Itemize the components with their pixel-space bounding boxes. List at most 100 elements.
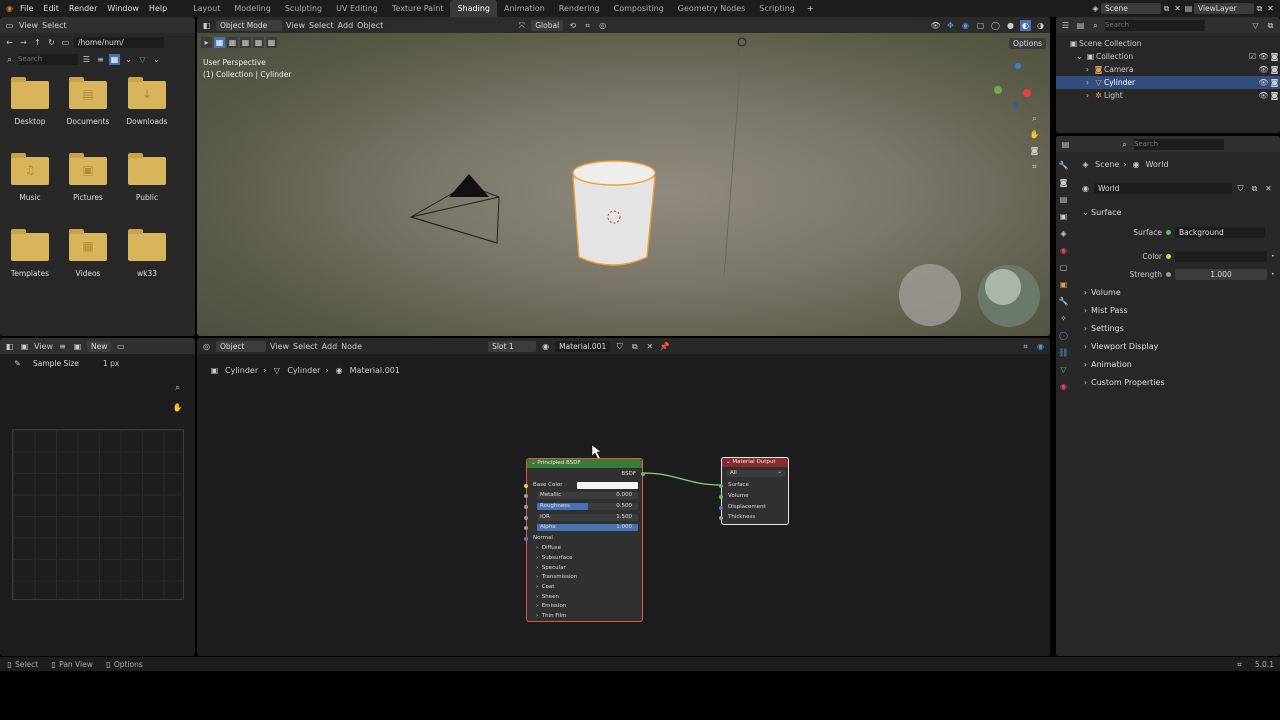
horizontal-list-icon[interactable]: ≡ xyxy=(95,54,106,65)
surface-input-socket[interactable] xyxy=(719,484,723,488)
folder-music[interactable]: ♫ Music xyxy=(2,153,58,202)
filter-icon[interactable]: ▽ xyxy=(137,54,148,65)
eye-icon[interactable]: 👁 xyxy=(1258,64,1269,75)
folder-pictures[interactable]: ▣ Pictures xyxy=(60,153,116,202)
principled-bsdf-node[interactable]: ⌄ Principled BSDF BSDF Base Color Metall… xyxy=(524,458,645,622)
unlink-icon[interactable]: ✕ xyxy=(1263,183,1274,194)
menu-file[interactable]: File xyxy=(15,4,38,13)
workspace-tab-texture-paint[interactable]: Texture Paint xyxy=(385,0,451,17)
new-scene-icon[interactable]: ⧉ xyxy=(1161,3,1172,14)
workspace-tab-layout[interactable]: Layout xyxy=(186,0,227,17)
back-icon[interactable]: ← xyxy=(4,37,15,48)
delete-view-layer-icon[interactable]: ✕ xyxy=(1265,3,1276,14)
forward-icon[interactable]: → xyxy=(18,37,29,48)
outliner-search-input[interactable] xyxy=(1105,19,1205,31)
scene-properties-icon[interactable]: ◈ xyxy=(1058,228,1069,239)
outliner-row-scene-collection[interactable]: ▣ Scene Collection xyxy=(1056,37,1280,50)
properties-search-input[interactable] xyxy=(1134,138,1224,150)
view-layer-selector[interactable]: ViewLayer xyxy=(1194,3,1254,14)
particles-properties-icon[interactable]: ✧ xyxy=(1058,313,1069,324)
sample-tool-icon[interactable]: ✎ xyxy=(12,358,23,369)
workspace-tab-geometry-nodes[interactable]: Geometry Nodes xyxy=(671,0,752,17)
object-properties-icon[interactable]: ▣ xyxy=(1058,279,1069,290)
expand-arrow-icon[interactable]: › xyxy=(1082,77,1093,88)
refresh-icon[interactable]: ↻ xyxy=(46,37,57,48)
custom-properties-section-header[interactable]: › Custom Properties xyxy=(1074,373,1278,391)
mode-icon[interactable]: ▣ xyxy=(19,341,30,352)
render-properties-icon[interactable]: ◙ xyxy=(1058,177,1069,188)
workspace-tab-compositing[interactable]: Compositing xyxy=(607,0,671,17)
node-header[interactable]: ⌄ Principled BSDF xyxy=(527,459,642,468)
ior-socket[interactable] xyxy=(524,516,528,520)
editor-type-icon[interactable]: ☰ xyxy=(1060,20,1071,31)
blender-logo-icon[interactable]: ◉ xyxy=(4,3,15,14)
editor-type-icon[interactable]: ▭ xyxy=(4,20,15,31)
folder-public[interactable]: Public xyxy=(119,153,175,202)
sample-size-value[interactable]: 1 px xyxy=(103,359,119,368)
outliner-row-collection[interactable]: ⌄ ▣ Collection ☑ 👁 ◙ xyxy=(1056,50,1280,63)
panel-emission[interactable]: › Emission xyxy=(536,603,566,609)
open-image-icon[interactable]: ▭ xyxy=(115,341,126,352)
breadcrumb-scene[interactable]: Scene xyxy=(1095,160,1119,169)
folder-documents[interactable]: ▤ Documents xyxy=(60,77,116,126)
camera-render-icon[interactable]: ◙ xyxy=(1269,64,1280,75)
thickness-input-socket[interactable] xyxy=(719,516,723,520)
3d-viewport[interactable]: ◧ Object Mode View Select Add Object ⤧ G… xyxy=(197,17,1050,336)
display-settings-icon[interactable]: ⌄ xyxy=(123,54,134,65)
workspace-tab-modeling[interactable]: Modeling xyxy=(227,0,277,17)
thumbnails-icon[interactable]: ▦ xyxy=(109,53,120,65)
surface-shader-field[interactable]: Background xyxy=(1175,226,1265,238)
zoom-icon[interactable]: ⌕ xyxy=(172,382,183,393)
menu-render[interactable]: Render xyxy=(64,4,102,13)
output-target-dropdown[interactable]: All ⌄ xyxy=(727,469,785,477)
pan-icon[interactable]: ✋ xyxy=(1029,129,1040,140)
new-folder-icon[interactable]: ▭ xyxy=(60,37,71,48)
panel-sheen[interactable]: › Sheen xyxy=(536,594,559,600)
file-search-input[interactable] xyxy=(18,53,78,65)
image-editor-view-menu[interactable]: View xyxy=(34,342,53,351)
world-properties-icon[interactable]: ◉ xyxy=(1058,245,1069,256)
physics-properties-icon[interactable]: ◯ xyxy=(1058,330,1069,341)
mist-pass-section-header[interactable]: › Mist Pass xyxy=(1074,301,1278,319)
expand-arrow-icon[interactable]: › xyxy=(1082,64,1093,75)
new-view-layer-icon[interactable]: ⧉ xyxy=(1254,3,1265,14)
panel-specular[interactable]: › Specular xyxy=(536,565,566,571)
viewport-display-section-header[interactable]: › Viewport Display xyxy=(1074,337,1278,355)
workspace-tab-scripting[interactable]: Scripting xyxy=(752,0,802,17)
workspace-tab-uv-editing[interactable]: UV Editing xyxy=(329,0,385,17)
workspace-tab-animation[interactable]: Animation xyxy=(497,0,552,17)
path-field[interactable]: /home/num/ xyxy=(74,36,164,48)
scene-selector[interactable]: Scene xyxy=(1101,3,1161,14)
base-color-swatch[interactable] xyxy=(577,482,638,489)
folder-templates[interactable]: Templates xyxy=(2,229,58,278)
volume-section-header[interactable]: › Volume xyxy=(1074,283,1278,301)
duplicate-icon[interactable]: ⧉ xyxy=(1249,183,1260,194)
view-layer-properties-icon[interactable]: ▣ xyxy=(1058,211,1069,222)
menu-icon[interactable]: ≡ xyxy=(57,341,68,352)
camera-render-icon[interactable]: ◙ xyxy=(1269,51,1280,62)
panel-subsurface[interactable]: › Subsurface xyxy=(536,555,573,561)
folder-downloads[interactable]: ↓ Downloads xyxy=(119,77,175,126)
parent-directory-icon[interactable]: ↑ xyxy=(32,37,43,48)
outliner-row-cylinder[interactable]: › ▽ Cylinder 👁 ◙ xyxy=(1056,76,1280,89)
strength-field[interactable]: 1.000 xyxy=(1175,268,1267,280)
panel-diffuse[interactable]: › Diffuse xyxy=(536,545,561,551)
expand-arrow-icon[interactable]: › xyxy=(1082,90,1093,101)
panel-thin-film[interactable]: › Thin Film xyxy=(536,613,567,619)
settings-section-header[interactable]: › Settings xyxy=(1074,319,1278,337)
alpha-socket[interactable] xyxy=(524,526,528,530)
perspective-toggle-icon[interactable]: ⌗ xyxy=(1029,161,1040,172)
collection-properties-icon[interactable]: ▢ xyxy=(1058,262,1069,273)
folder-desktop[interactable]: Desktop xyxy=(2,77,58,126)
vertical-list-icon[interactable]: ☰ xyxy=(81,54,92,65)
folder-wk33[interactable]: wk33 xyxy=(119,229,175,278)
material-properties-icon[interactable]: ◉ xyxy=(1058,381,1069,392)
file-browser-view-menu[interactable]: View xyxy=(19,21,38,30)
camera-render-icon[interactable]: ◙ xyxy=(1269,77,1280,88)
base-color-socket[interactable] xyxy=(524,484,528,488)
menu-edit[interactable]: Edit xyxy=(38,4,64,13)
workspace-tab-shading[interactable]: Shading xyxy=(450,0,497,17)
filter-dropdown-icon[interactable]: ⌄ xyxy=(151,54,162,65)
add-workspace-icon[interactable]: + xyxy=(802,4,819,13)
editor-type-icon[interactable]: ◧ xyxy=(4,341,15,352)
